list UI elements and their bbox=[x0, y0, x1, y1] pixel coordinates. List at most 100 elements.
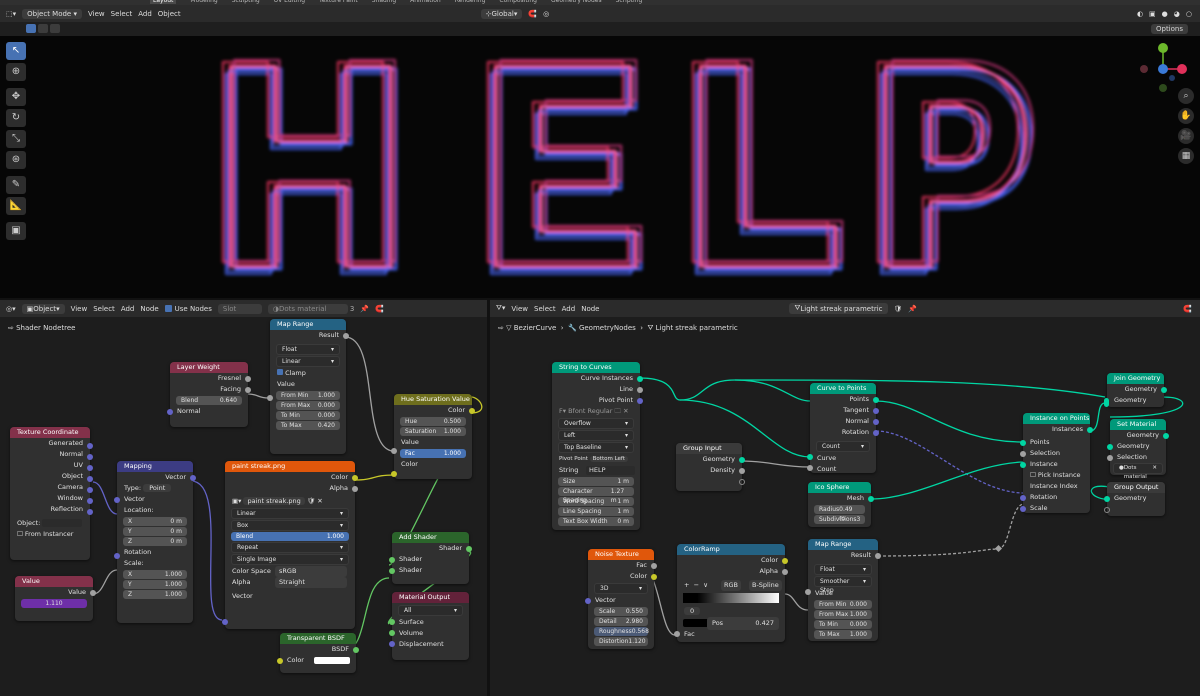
socket-dot[interactable] bbox=[469, 408, 475, 414]
xray-icon[interactable]: ▣ bbox=[1149, 10, 1156, 18]
pivot-dropdown[interactable]: Bottom Left bbox=[589, 456, 628, 462]
measure-tool-icon[interactable]: 📐 bbox=[6, 197, 26, 215]
to-max-field[interactable]: To Max 1.000 bbox=[814, 630, 872, 639]
menu-view[interactable]: View bbox=[511, 305, 528, 313]
menu-node[interactable]: Node bbox=[140, 305, 158, 313]
select-tool-icon[interactable]: ↖ bbox=[6, 42, 26, 60]
transform-tool-icon[interactable]: ⊛ bbox=[6, 151, 26, 169]
workspace-tab[interactable]: Sculpting bbox=[232, 0, 260, 4]
socket-dot[interactable] bbox=[389, 557, 395, 563]
socket-dot[interactable] bbox=[277, 658, 283, 664]
editor-type-icon[interactable]: ⬚▾ bbox=[6, 10, 16, 18]
orientation-dropdown[interactable]: ⊹ Global ▾ bbox=[480, 8, 523, 19]
socket-dot[interactable] bbox=[1104, 496, 1110, 502]
node-map-range-geo[interactable]: Map Range Result Float ▾ Smoother Step ▾ V… bbox=[805, 539, 881, 641]
workspace-tab[interactable]: Geometry Nodes bbox=[551, 0, 602, 4]
socket-dot[interactable] bbox=[389, 630, 395, 636]
pin-icon[interactable]: 📌 bbox=[908, 305, 917, 313]
menu-select[interactable]: Select bbox=[534, 305, 556, 313]
options-button[interactable]: Options bbox=[1150, 24, 1188, 34]
folder-icon[interactable]: 🗀 bbox=[615, 407, 622, 415]
socket-dot[interactable] bbox=[222, 619, 228, 625]
socket-dot[interactable] bbox=[807, 465, 813, 471]
target-dropdown[interactable]: All ▾ bbox=[398, 605, 463, 616]
mode-dropdown[interactable]: Object Mode ▾ bbox=[22, 8, 82, 19]
color-space-dropdown[interactable]: sRGB bbox=[275, 566, 347, 577]
node-tree-selector[interactable]: ⛛ Light streak parametric bbox=[789, 303, 888, 314]
to-max-field[interactable]: To Max 0.420 bbox=[276, 421, 340, 430]
detail-field[interactable]: Detail 2.980 bbox=[594, 617, 648, 626]
socket-dot[interactable] bbox=[267, 395, 273, 401]
menu-add[interactable]: Add bbox=[121, 305, 135, 313]
value-field[interactable]: 1.110 bbox=[21, 599, 87, 608]
clamp-checkbox[interactable]: Clamp bbox=[270, 368, 346, 379]
node-layer-weight[interactable]: Layer Weight Fresnel Facing Blend 0.640 N… bbox=[167, 362, 251, 427]
geometry-node-editor[interactable]: ⇨ ▽ BezierCurve › 🔧 GeometryNodes › ⛛ Li… bbox=[490, 317, 1200, 696]
socket-dot[interactable] bbox=[651, 574, 657, 580]
interpolation-dropdown[interactable]: Linear ▾ bbox=[276, 356, 340, 367]
ramp-menu-icon[interactable]: ∨ bbox=[703, 581, 708, 589]
remove-stop-icon[interactable]: − bbox=[694, 581, 699, 589]
socket-dot[interactable] bbox=[873, 430, 879, 436]
socket-dot[interactable] bbox=[1020, 506, 1026, 512]
socket-dot[interactable] bbox=[87, 498, 93, 504]
color-swatch[interactable] bbox=[314, 657, 350, 664]
node-string-to-curves[interactable]: String to Curves Curve Instances Line Pi… bbox=[552, 362, 643, 530]
shading-solid-icon[interactable]: ● bbox=[1162, 10, 1168, 18]
node-map-range[interactable]: Map Range Result Float ▾ Linear ▾ Clamp Va… bbox=[267, 319, 349, 454]
socket-dot[interactable] bbox=[1163, 433, 1169, 439]
socket-dot[interactable] bbox=[651, 563, 657, 569]
scale-field[interactable]: Scale 0.550 bbox=[594, 607, 648, 616]
socket-dot[interactable] bbox=[1020, 440, 1026, 446]
socket-dot[interactable] bbox=[873, 419, 879, 425]
socket-dot[interactable] bbox=[875, 553, 881, 559]
node-noise-texture[interactable]: Noise Texture Fac Color 3D ▾ Vector Scale… bbox=[585, 549, 657, 649]
dimensions-dropdown[interactable]: 3D ▾ bbox=[594, 583, 648, 594]
node-transparent-bsdf[interactable]: Transparent BSDF BSDF Color bbox=[277, 633, 359, 673]
rotate-tool-icon[interactable]: ↻ bbox=[6, 109, 26, 127]
socket-dot[interactable] bbox=[1161, 387, 1167, 393]
font-selector[interactable]: F▾ Bfont Regular 🗀 ✕ bbox=[552, 406, 640, 417]
fac-field[interactable]: Fac 1.000 bbox=[400, 449, 466, 458]
editor-type-icon[interactable]: ◎▾ bbox=[6, 305, 16, 313]
socket-dot[interactable] bbox=[352, 486, 358, 492]
text-box-width-field[interactable]: Text Box Width 0 m bbox=[558, 517, 634, 526]
workspace-tab[interactable]: UV Editing bbox=[274, 0, 305, 4]
socket-dot[interactable] bbox=[389, 568, 395, 574]
3d-viewport[interactable]: ↖ ⊕ ✥ ↻ ⤡ ⊛ ✎ 📐 ▣ ⌕ ✋ 🎥 ▦ bbox=[0, 36, 1200, 298]
socket-dot[interactable] bbox=[389, 641, 395, 647]
menu-add[interactable]: Add bbox=[138, 10, 152, 18]
node-ico-sphere[interactable]: Ico Sphere Mesh Radius 0.49 m Subdivision… bbox=[808, 482, 874, 527]
socket-dot[interactable] bbox=[739, 457, 745, 463]
use-nodes-checkbox[interactable]: Use Nodes bbox=[164, 305, 212, 313]
workspace-tab[interactable]: Texture Paint bbox=[319, 0, 358, 4]
socket-dot[interactable] bbox=[1087, 427, 1093, 433]
line-spacing-field[interactable]: Line Spacing 1 m bbox=[558, 507, 634, 516]
from-max-field[interactable]: From Max 1.000 bbox=[814, 610, 872, 619]
node-image-texture[interactable]: paint streak.png Color Alpha ▣▾ paint st… bbox=[222, 461, 358, 629]
snap-icon[interactable]: 🧲 bbox=[375, 305, 384, 313]
scale-y[interactable]: Y 1.000 bbox=[123, 580, 187, 589]
node-texture-coordinate[interactable]: Texture Coordinate Generated Normal UV O… bbox=[10, 427, 93, 560]
socket-dot[interactable] bbox=[782, 569, 788, 575]
roughness-field[interactable]: Roughness 0.568 bbox=[594, 627, 649, 636]
mode-dropdown[interactable]: Count ▾ bbox=[816, 441, 870, 452]
socket-dot[interactable] bbox=[87, 509, 93, 515]
menu-view[interactable]: View bbox=[88, 10, 105, 18]
distortion-field[interactable]: Distortion 1.120 bbox=[594, 637, 648, 646]
location-y[interactable]: Y 0 m bbox=[123, 527, 187, 536]
socket-dot[interactable] bbox=[1020, 462, 1026, 468]
menu-add[interactable]: Add bbox=[562, 305, 576, 313]
perspective-grid-icon[interactable]: ▦ bbox=[1178, 148, 1194, 164]
snap-icon[interactable]: 🧲 bbox=[528, 10, 537, 18]
to-min-field[interactable]: To Min 0.000 bbox=[814, 620, 872, 629]
object-field[interactable] bbox=[42, 519, 83, 527]
scale-x[interactable]: X 1.000 bbox=[123, 570, 187, 579]
pick-instance-checkbox[interactable]: ☐ Pick Instance bbox=[1023, 470, 1090, 481]
stop-index[interactable]: 0 bbox=[684, 607, 701, 615]
node-color-ramp[interactable]: ColorRamp Color Alpha + − ∨ RGB B-Spline 0… bbox=[674, 544, 788, 642]
socket-dot[interactable] bbox=[637, 398, 643, 404]
socket-dot[interactable] bbox=[873, 408, 879, 414]
socket-dot[interactable] bbox=[87, 487, 93, 493]
workspace-tab[interactable]: Modeling bbox=[190, 0, 217, 4]
